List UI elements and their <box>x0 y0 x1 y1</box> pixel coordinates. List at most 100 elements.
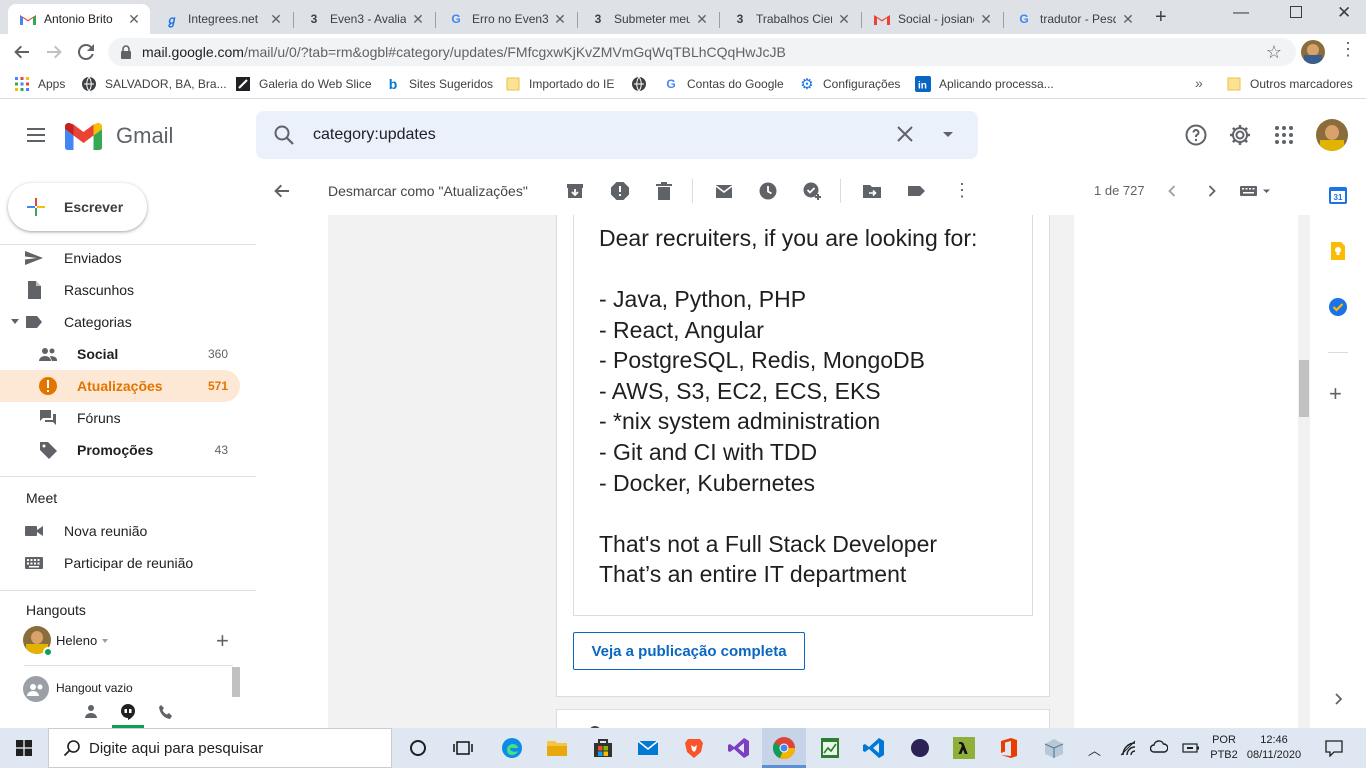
bookmark-star-icon[interactable]: ☆ <box>1266 42 1282 63</box>
network-icon[interactable] <box>1120 740 1136 756</box>
close-icon[interactable]: ✕ <box>268 11 284 28</box>
reload-icon[interactable] <box>76 42 96 62</box>
bookmark-salvador[interactable]: SALVADOR, BA, Bra... <box>81 76 227 92</box>
google-apps-grid-icon[interactable] <box>1274 125 1294 145</box>
more-bookmarks-chevron-icon[interactable]: » <box>1195 75 1203 91</box>
archive-icon[interactable] <box>565 181 585 201</box>
get-addons-plus-icon[interactable]: + <box>1329 383 1342 405</box>
content-scrollbar[interactable] <box>1298 215 1310 728</box>
new-conversation-plus-icon[interactable]: + <box>216 630 229 652</box>
close-window-icon[interactable]: ✕ <box>1337 3 1351 23</box>
spreadsheet-app-icon[interactable] <box>818 736 842 760</box>
close-icon[interactable]: ✕ <box>410 11 426 28</box>
close-icon[interactable]: ✕ <box>1120 11 1136 28</box>
bookmark-configuracoes[interactable]: ⚙ Configurações <box>799 76 900 93</box>
sidebar-item-rascunhos[interactable]: Rascunhos <box>0 274 240 306</box>
tab-submeter[interactable]: 3 Submeter meu ✕ <box>578 4 718 34</box>
mark-unread-icon[interactable] <box>714 181 734 201</box>
newer-chevron-left-icon[interactable] <box>1162 181 1182 201</box>
snooze-clock-icon[interactable] <box>758 181 778 201</box>
move-to-icon[interactable] <box>862 181 882 201</box>
account-avatar[interactable] <box>1316 119 1348 151</box>
sidebar-item-social[interactable]: Social 360 <box>0 338 240 370</box>
phone-icon[interactable] <box>158 704 174 720</box>
close-icon[interactable]: ✕ <box>552 11 568 28</box>
sidebar-item-enviados[interactable]: Enviados <box>0 242 240 274</box>
kebab-menu-icon[interactable]: ⋮ <box>1339 40 1357 58</box>
older-chevron-right-icon[interactable] <box>1202 181 1222 201</box>
virtualbox-icon[interactable] <box>1042 736 1066 760</box>
add-to-tasks-icon[interactable] <box>802 181 822 201</box>
input-tools-keyboard-icon[interactable] <box>1240 181 1274 201</box>
tab-even3-avaliacao[interactable]: 3 Even3 - Avaliaç ✕ <box>294 4 434 34</box>
search-icon[interactable] <box>273 124 295 146</box>
task-view-icon[interactable] <box>451 736 475 760</box>
more-options-kebab-icon[interactable]: ⋮ <box>953 180 971 200</box>
bookmark-aplicando[interactable]: in Aplicando processa... <box>915 76 1054 92</box>
tab-tradutor[interactable]: G tradutor - Pesq ✕ <box>1004 4 1144 34</box>
edge-browser-icon[interactable] <box>500 736 524 760</box>
windows-start-icon[interactable] <box>16 740 32 756</box>
back-to-list-arrow-icon[interactable] <box>272 181 292 201</box>
bookmark-outros[interactable]: Outros marcadores <box>1226 76 1353 92</box>
clear-search-icon[interactable] <box>896 125 914 143</box>
scrollbar-thumb[interactable] <box>1299 360 1309 417</box>
meet-new-meeting[interactable]: Nova reunião <box>0 515 240 547</box>
lambda-app-icon[interactable]: λ <box>952 736 976 760</box>
help-icon[interactable] <box>1184 123 1208 147</box>
back-arrow-icon[interactable] <box>12 42 32 62</box>
visual-studio-icon[interactable] <box>727 736 751 760</box>
compose-button[interactable]: Escrever <box>8 183 147 231</box>
tab-erro-even3[interactable]: G Erro no Even3 ✕ <box>436 4 576 34</box>
brave-browser-icon[interactable] <box>682 736 706 760</box>
minimize-icon[interactable]: — <box>1233 4 1249 22</box>
mail-app-icon[interactable] <box>636 736 660 760</box>
main-menu-icon[interactable] <box>24 123 48 147</box>
onedrive-cloud-icon[interactable] <box>1150 740 1168 754</box>
keep-icon[interactable] <box>1328 241 1348 261</box>
calendar-icon[interactable]: 31 <box>1328 185 1348 205</box>
sidebar-item-atualizacoes[interactable]: Atualizações 571 <box>0 370 240 402</box>
bookmark-globe[interactable] <box>631 76 655 92</box>
forward-arrow-icon[interactable] <box>44 42 64 62</box>
report-spam-icon[interactable] <box>610 181 630 201</box>
hangouts-tab[interactable] <box>112 698 144 728</box>
microsoft-store-icon[interactable] <box>591 736 615 760</box>
cortana-circle-icon[interactable] <box>406 736 430 760</box>
search-input[interactable]: category:updates <box>313 126 436 144</box>
url-bar[interactable]: mail.google.com/mail/u/0/?tab=rm&ogbl#ca… <box>108 38 1296 66</box>
clock[interactable]: 12:46 08/11/2020 <box>1245 733 1303 763</box>
bookmark-importado-ie[interactable]: Importado do IE <box>505 76 614 92</box>
delete-trash-icon[interactable] <box>654 181 674 201</box>
sidebar-item-promocoes[interactable]: Promoções 43 <box>0 434 240 466</box>
tab-social-josiane[interactable]: Social - josiane ✕ <box>862 4 1002 34</box>
sidebar-item-foruns[interactable]: Fóruns <box>0 402 240 434</box>
hangouts-scrollbar[interactable] <box>232 667 240 697</box>
eclipse-ide-icon[interactable] <box>908 736 932 760</box>
unmark-category-button[interactable]: Desmarcar como "Atualizações" <box>328 183 528 199</box>
close-icon[interactable]: ✕ <box>126 11 142 28</box>
tab-trabalhos[interactable]: 3 Trabalhos Cien ✕ <box>720 4 860 34</box>
vscode-icon[interactable] <box>862 736 886 760</box>
status-caret-icon[interactable] <box>102 639 108 643</box>
hangouts-user-name[interactable]: Heleno <box>56 633 97 648</box>
search-options-caret-icon[interactable] <box>943 132 953 137</box>
language-indicator[interactable]: POR PTB2 <box>1207 733 1241 763</box>
avatar[interactable] <box>1301 40 1325 64</box>
contacts-person-icon[interactable] <box>84 704 98 718</box>
see-full-post-button[interactable]: Veja a publicação completa <box>573 632 805 670</box>
gmail-logo-icon[interactable] <box>65 123 102 150</box>
tasks-icon[interactable] <box>1328 297 1348 317</box>
close-icon[interactable]: ✕ <box>836 11 852 28</box>
tab-gmail-antonio[interactable]: Antonio Brito ✕ <box>8 4 150 34</box>
restore-icon[interactable] <box>1290 6 1302 18</box>
show-hidden-icons-chevron-icon[interactable]: ︿ <box>1088 740 1101 759</box>
bookmark-web-slice[interactable]: Galeria do Web Slice <box>235 76 372 92</box>
bookmark-contas-google[interactable]: G Contas do Google <box>663 76 783 92</box>
close-icon[interactable]: ✕ <box>978 11 994 28</box>
notifications-icon[interactable] <box>1325 739 1343 757</box>
expand-panel-chevron-icon[interactable] <box>1330 691 1346 707</box>
new-tab-plus-icon[interactable]: + <box>1155 6 1167 29</box>
taskbar-search-box[interactable]: Digite aqui para pesquisar <box>48 728 392 768</box>
chrome-browser-icon[interactable] <box>772 736 796 760</box>
